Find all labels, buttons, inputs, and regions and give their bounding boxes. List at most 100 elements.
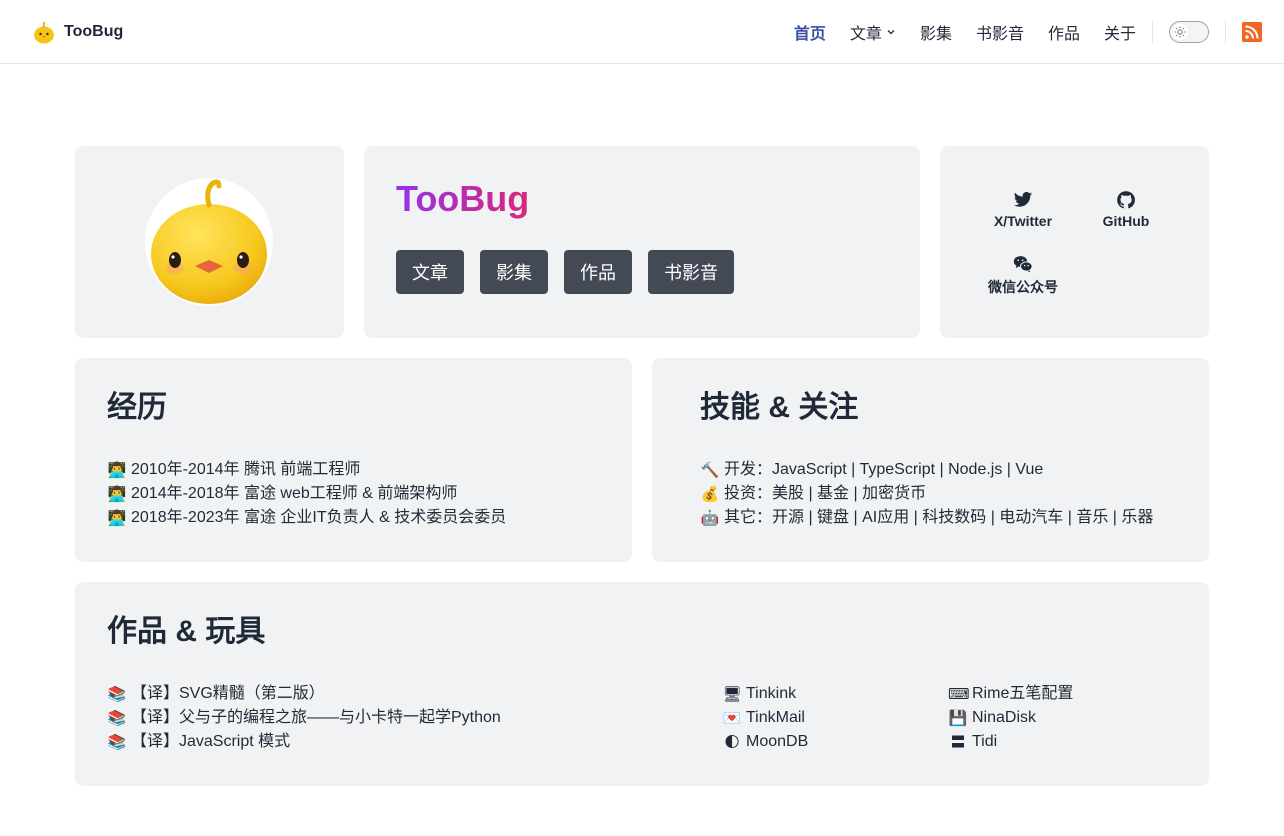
works-card: 作品 & 玩具 📚 【译】SVG精髓（第二版） 📚 【译】父与子的编程之旅——与小卡… <box>75 582 1209 786</box>
nav-divider <box>1225 20 1226 44</box>
skills-title: 技能 & 关注 <box>700 391 859 424</box>
main-nav: 首页 文章 影集 书影音 作品 关于 <box>770 0 1284 64</box>
works-button[interactable]: 作品 <box>564 250 632 294</box>
github-label: GitHub <box>1102 213 1150 229</box>
list-item[interactable]: 📚 【译】SVG精髓（第二版） <box>107 682 501 706</box>
list-item-text: 2018年-2023年 富途 企业IT负责人 & 技术委员会委员 <box>131 509 507 526</box>
nav-home-label: 首页 <box>793 26 826 43</box>
list-item: 👨‍💻 2018年-2023年 富途 企业IT负责人 & 技术委员会委员 <box>107 506 507 530</box>
articles-button[interactable]: 文章 <box>396 250 464 294</box>
works-title: 作品 & 玩具 <box>107 615 266 648</box>
experience-list: 👨‍💻 2010年-2014年 腾讯 前端工程师 👨‍💻 2014年-2018年 富… <box>107 458 507 530</box>
list-item[interactable]: 💌 TinkMail <box>722 706 808 730</box>
list-item[interactable]: 📚 【译】JavaScript 模式 <box>107 730 501 754</box>
list-item-text: 开发：JavaScript | TypeScript | Node.js | V… <box>724 461 1044 478</box>
avatar <box>145 178 273 306</box>
list-item: 👨‍💻 2010年-2014年 腾讯 前端工程师 <box>107 458 506 482</box>
list-item[interactable]: 💾 NinaDisk <box>948 706 1073 730</box>
nav-articles[interactable]: 文章 <box>850 20 896 44</box>
list-item: 🔨 开发：JavaScript | TypeScript | Node.js | … <box>700 458 1153 482</box>
brand-link[interactable]: TooBug <box>32 18 123 46</box>
theme-toggle[interactable] <box>1169 21 1209 43</box>
experience-card: 经历 👨‍💻 2010年-2014年 腾讯 前端工程师 👨‍💻 2014年-2018… <box>75 358 632 562</box>
avatar-card <box>75 146 344 338</box>
love-letter-emoji-icon: 💌 <box>722 709 742 727</box>
list-item-text: 投资：美股 | 基金 | 加密货币 <box>724 485 927 502</box>
double-line-emoji-icon: 〓 <box>950 733 966 751</box>
robot-emoji-icon: 🤖 <box>700 509 720 527</box>
nav-about[interactable]: 关于 <box>1104 20 1136 44</box>
nav-works[interactable]: 作品 <box>1048 20 1080 44</box>
list-item-text: NinaDisk <box>972 709 1037 726</box>
list-item[interactable]: 🌓 MoonDB <box>722 730 808 754</box>
toggle-knob <box>1172 24 1188 40</box>
profile-name: TooBug <box>396 178 530 219</box>
technologist-emoji-icon: 👨‍💻 <box>107 485 127 503</box>
chevron-down-icon <box>887 30 895 35</box>
moon-emoji-icon: 🌓 <box>724 733 740 751</box>
nav-albums-label: 影集 <box>919 26 952 43</box>
chick-avatar-icon <box>151 179 267 304</box>
wechat-icon <box>1013 256 1033 273</box>
hammer-emoji-icon: 🔨 <box>700 461 720 479</box>
twitter-icon <box>1013 192 1033 207</box>
albums-button[interactable]: 影集 <box>480 250 548 294</box>
wechat-link[interactable]: 微信公众号 <box>973 254 1073 297</box>
list-item-text: Rime五笔配置 <box>972 685 1074 702</box>
list-item-text: MoonDB <box>746 733 809 750</box>
books-list: 📚 【译】SVG精髓（第二版） 📚 【译】父与子的编程之旅——与小卡特一起学Pyth… <box>107 682 501 754</box>
nav-about-label: 关于 <box>1103 26 1136 43</box>
keyboard-emoji-icon: ⌨ <box>948 685 970 703</box>
skills-card: 技能 & 关注 🔨 开发：JavaScript | TypeScript | No… <box>652 358 1209 562</box>
technologist-emoji-icon: 👨‍💻 <box>107 509 127 527</box>
twitter-link[interactable]: X/Twitter <box>973 190 1073 229</box>
technologist-emoji-icon: 👨‍💻 <box>107 461 127 479</box>
desktop-emoji-icon: 🖥 <box>722 685 742 703</box>
list-item: 🤖 其它：开源 | 键盘 | AI应用 | 科技数码 | 电动汽车 | 音乐 | … <box>700 506 1154 530</box>
list-item-text: 其它：开源 | 键盘 | AI应用 | 科技数码 | 电动汽车 | 音乐 | 乐… <box>724 509 1154 526</box>
list-item[interactable]: 📚 【译】父与子的编程之旅——与小卡特一起学Python <box>107 706 501 730</box>
top-navbar: TooBug 首页 文章 影集 书影音 作品 关于 <box>0 0 1284 64</box>
intro-button-group: 文章 影集 作品 书影音 <box>396 250 734 294</box>
money-bag-emoji-icon: 💰 <box>700 485 720 503</box>
wechat-label: 微信公众号 <box>988 279 1058 295</box>
books-emoji-icon: 📚 <box>107 709 127 727</box>
list-item[interactable]: ⌨ Rime五笔配置 <box>948 682 1073 706</box>
apps-list-1: 🖥 Tinkink 💌 TinkMail 🌓 MoonDB <box>722 682 808 754</box>
brand-name: TooBug <box>64 23 124 40</box>
nav-media[interactable]: 书影音 <box>976 20 1024 44</box>
apps-list-2: ⌨ Rime五笔配置 💾 NinaDisk 〓 Tidi <box>948 682 1073 754</box>
list-item[interactable]: 🖥 Tinkink <box>722 682 808 706</box>
nav-media-label: 书影音 <box>975 26 1024 43</box>
list-item-text: Tinkink <box>746 685 797 702</box>
nav-works-label: 作品 <box>1047 26 1080 43</box>
list-item[interactable]: 〓 Tidi <box>948 730 1073 754</box>
nav-albums[interactable]: 影集 <box>920 20 952 44</box>
nav-articles-label: 文章 <box>849 26 882 43</box>
list-item-text: 【译】父与子的编程之旅——与小卡特一起学Python <box>131 709 501 726</box>
floppy-disk-emoji-icon: 💾 <box>948 709 968 727</box>
chick-logo-icon <box>34 21 54 44</box>
list-item-text: 2010年-2014年 腾讯 前端工程师 <box>131 461 361 478</box>
intro-card: TooBug 文章 影集 作品 书影音 <box>364 146 920 338</box>
github-link[interactable]: GitHub <box>1076 190 1176 229</box>
twitter-label: X/Twitter <box>993 213 1053 229</box>
list-item-text: 【译】SVG精髓（第二版） <box>131 685 325 702</box>
list-item-text: Tidi <box>972 733 998 750</box>
social-card: X/Twitter GitHub 微信公众号 <box>940 146 1209 338</box>
list-item-text: 2014年-2018年 富途 web工程师 & 前端架构师 <box>131 485 458 502</box>
experience-title: 经历 <box>107 391 167 424</box>
books-emoji-icon: 📚 <box>107 733 127 751</box>
list-item-text: 【译】JavaScript 模式 <box>131 733 291 750</box>
media-button[interactable]: 书影音 <box>648 250 734 294</box>
list-item: 💰 投资：美股 | 基金 | 加密货币 <box>700 482 1153 506</box>
books-emoji-icon: 📚 <box>107 685 127 703</box>
list-item: 👨‍💻 2014年-2018年 富途 web工程师 & 前端架构师 <box>107 482 506 506</box>
nav-home[interactable]: 首页 <box>794 20 826 44</box>
github-icon <box>1117 191 1135 209</box>
nav-divider <box>1152 20 1153 44</box>
rss-icon[interactable] <box>1242 22 1262 42</box>
sun-icon <box>1174 26 1186 38</box>
skills-list: 🔨 开发：JavaScript | TypeScript | Node.js | … <box>700 458 1154 530</box>
list-item-text: TinkMail <box>746 709 805 726</box>
